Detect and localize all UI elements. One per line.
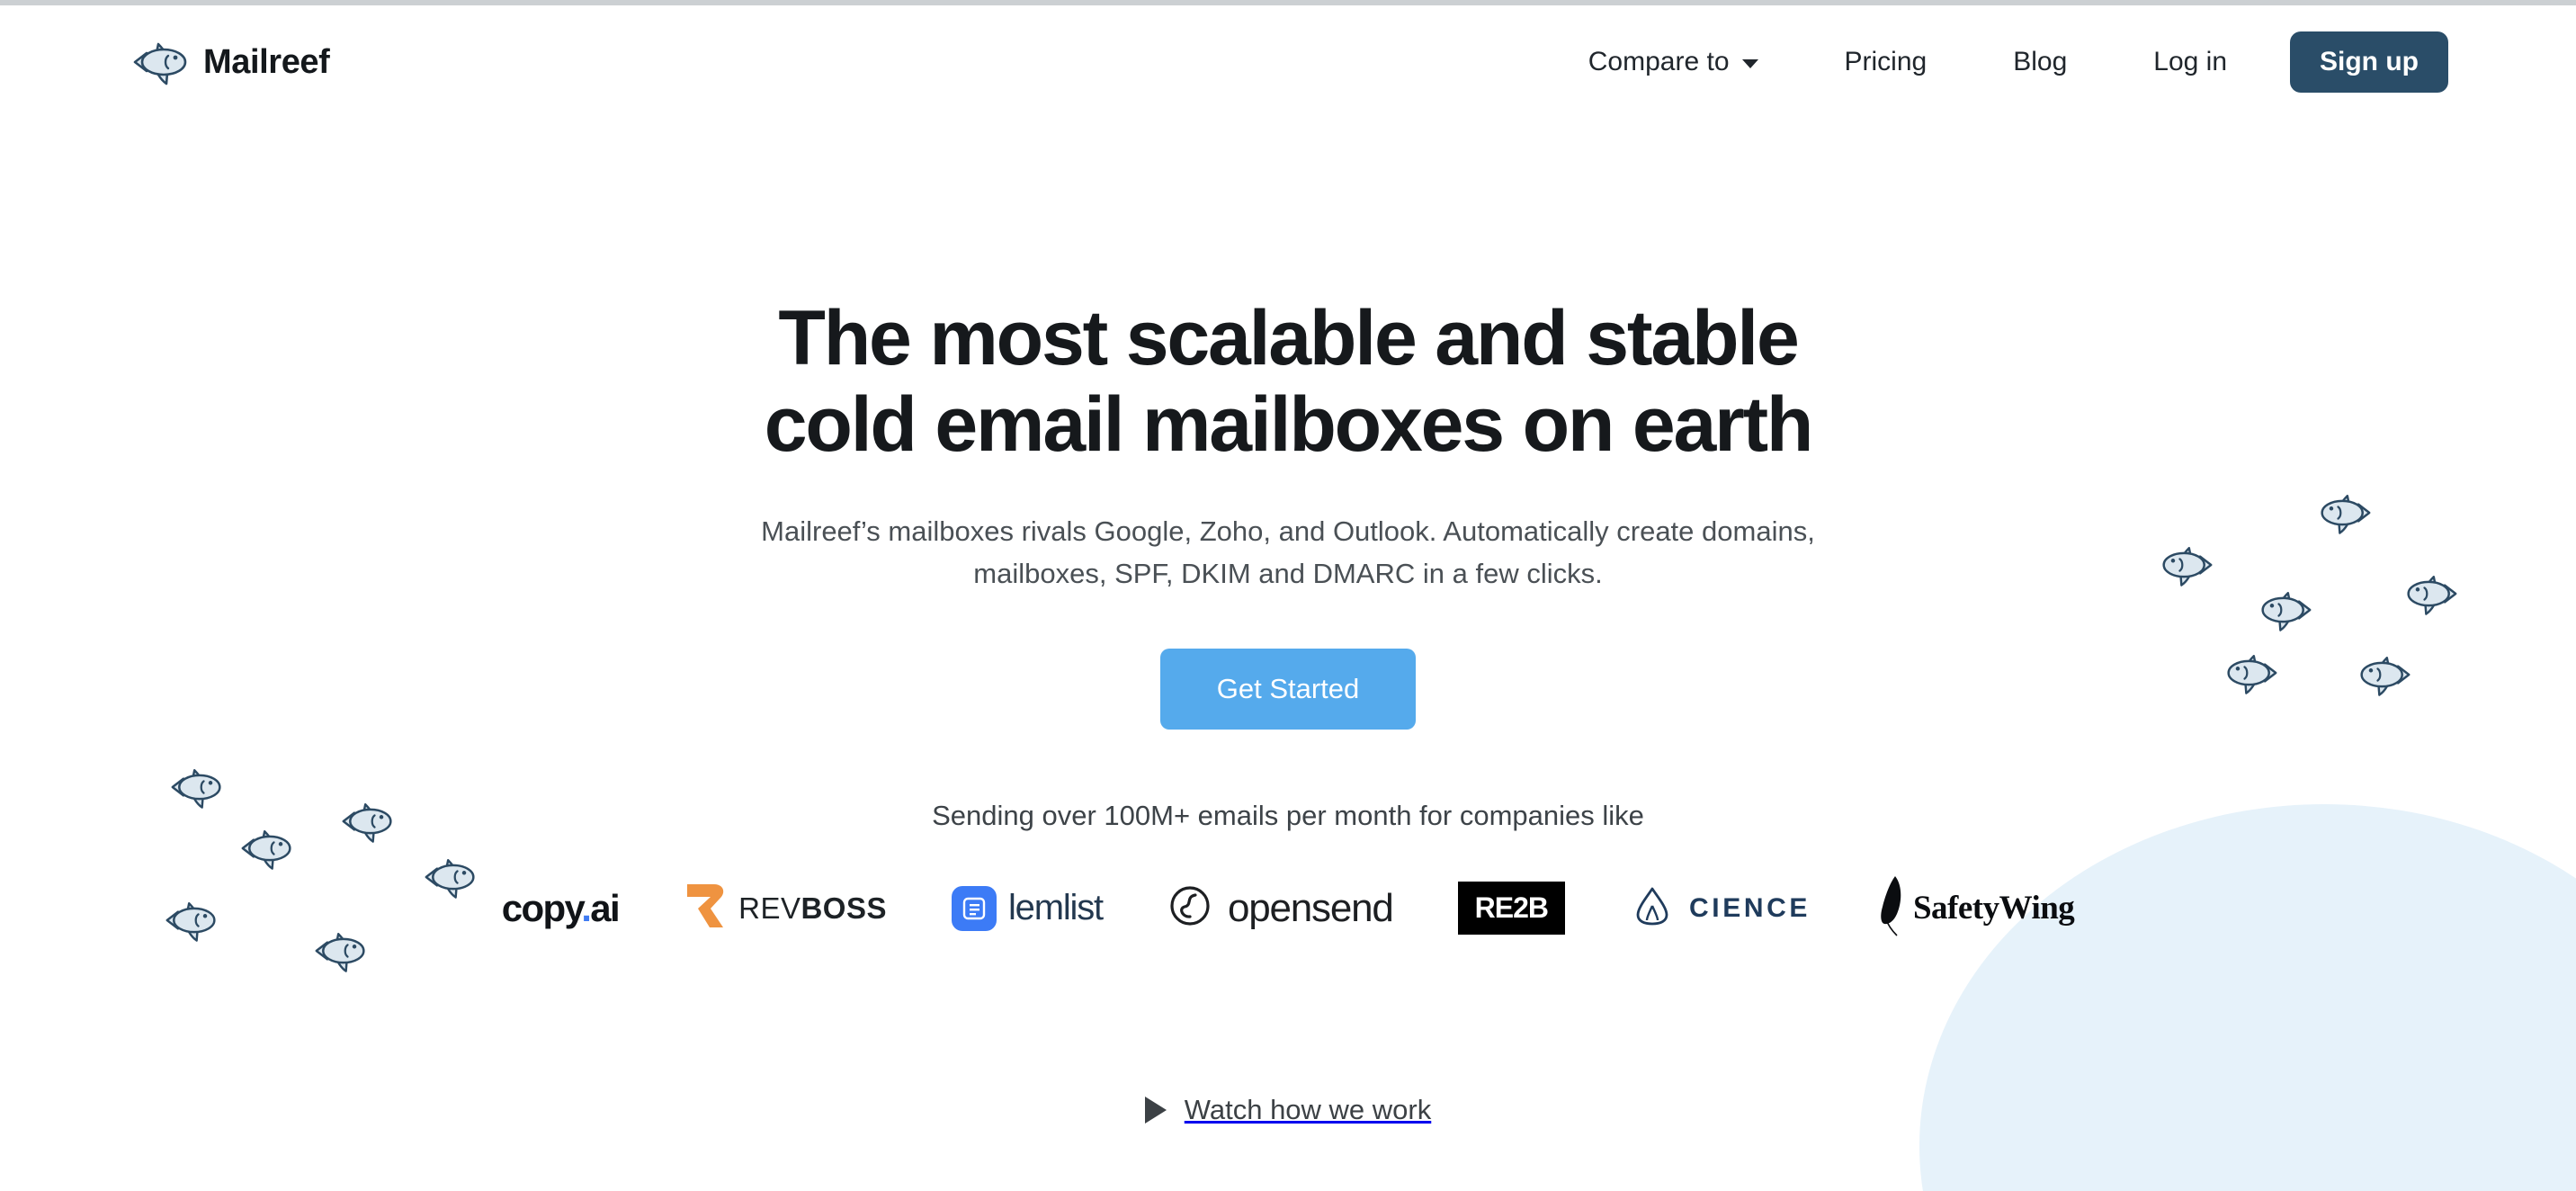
nav-label: Blog xyxy=(2013,47,2068,76)
logo-re2b: RE2B xyxy=(1457,872,1566,945)
logo-copy-ai: copy.ai xyxy=(501,872,621,945)
logo-text: copy xyxy=(501,886,583,929)
nav-label: Pricing xyxy=(1844,47,1928,76)
logo-dot: . xyxy=(581,886,592,929)
chevron-down-icon xyxy=(1741,59,1758,68)
main-nav: Compare to Pricing Blog Log in Sign up xyxy=(1588,31,2448,93)
get-started-button[interactable]: Get Started xyxy=(1159,648,1417,730)
site-header: Mailreef Compare to Pricing Blog Log in … xyxy=(0,5,2576,119)
sign-up-button[interactable]: Sign up xyxy=(2290,31,2448,93)
cience-mark-icon xyxy=(1630,884,1675,932)
opensend-mark-icon xyxy=(1167,883,1212,933)
hero-subheading: Mailreef’s mailboxes rivals Google, Zoho… xyxy=(694,510,1882,595)
logo-lemlist: lemlist xyxy=(952,872,1104,945)
page-root: Mailreef Compare to Pricing Blog Log in … xyxy=(0,0,2576,1191)
watch-how-we-work-link[interactable]: Watch how we work xyxy=(0,1094,2576,1126)
feather-icon xyxy=(1875,874,1908,942)
logo-opensend: opensend xyxy=(1167,872,1394,945)
nav-item-log-in[interactable]: Log in xyxy=(2153,36,2227,88)
logo-suffix: ai xyxy=(590,886,620,929)
hero-section: The most scalable and stable cold email … xyxy=(0,119,2576,945)
brand-logo[interactable]: Mailreef xyxy=(131,39,330,85)
logo-cience: CIENCE xyxy=(1630,872,1811,945)
brand-name: Mailreef xyxy=(203,42,330,81)
page-title: The most scalable and stable cold email … xyxy=(764,295,1814,469)
nav-item-blog[interactable]: Blog xyxy=(2013,36,2067,88)
nav-item-pricing[interactable]: Pricing xyxy=(1845,36,1928,88)
logo-text: lemlist xyxy=(1008,888,1104,928)
headline-line-1: The most scalable and stable xyxy=(778,295,1799,381)
play-icon xyxy=(1144,1097,1167,1124)
customer-logo-strip: copy.ai REVBOSS lemlist opensend RE2B CI… xyxy=(502,872,2075,945)
logo-text: opensend xyxy=(1227,885,1394,930)
logo-text: CIENCE xyxy=(1689,892,1811,923)
logo-text-light: REV xyxy=(738,891,801,925)
nav-label: Log in xyxy=(2153,47,2228,76)
subhead-line-1: Mailreef’s mailboxes rivals Google, Zoho… xyxy=(761,515,1815,547)
watch-label: Watch how we work xyxy=(1184,1094,1432,1125)
social-proof-text: Sending over 100M+ emails per month for … xyxy=(932,799,1644,831)
lemlist-mark-icon xyxy=(952,885,997,931)
logo-safetywing: SafetyWing xyxy=(1875,872,2075,945)
revboss-mark-icon xyxy=(684,882,727,935)
headline-line-2: cold email mailboxes on earth xyxy=(764,381,1814,469)
logo-text: SafetyWing xyxy=(1912,890,2075,927)
logo-text-bold: BOSS xyxy=(801,891,887,925)
nav-item-compare-to[interactable]: Compare to xyxy=(1588,36,1758,88)
nav-label: Compare to xyxy=(1588,47,1730,76)
logo-text: RE2B xyxy=(1457,882,1566,936)
logo-revboss: REVBOSS xyxy=(684,872,887,945)
fish-icon xyxy=(131,39,191,85)
subhead-line-2: mailboxes, SPF, DKIM and DMARC in a few … xyxy=(973,557,1603,589)
